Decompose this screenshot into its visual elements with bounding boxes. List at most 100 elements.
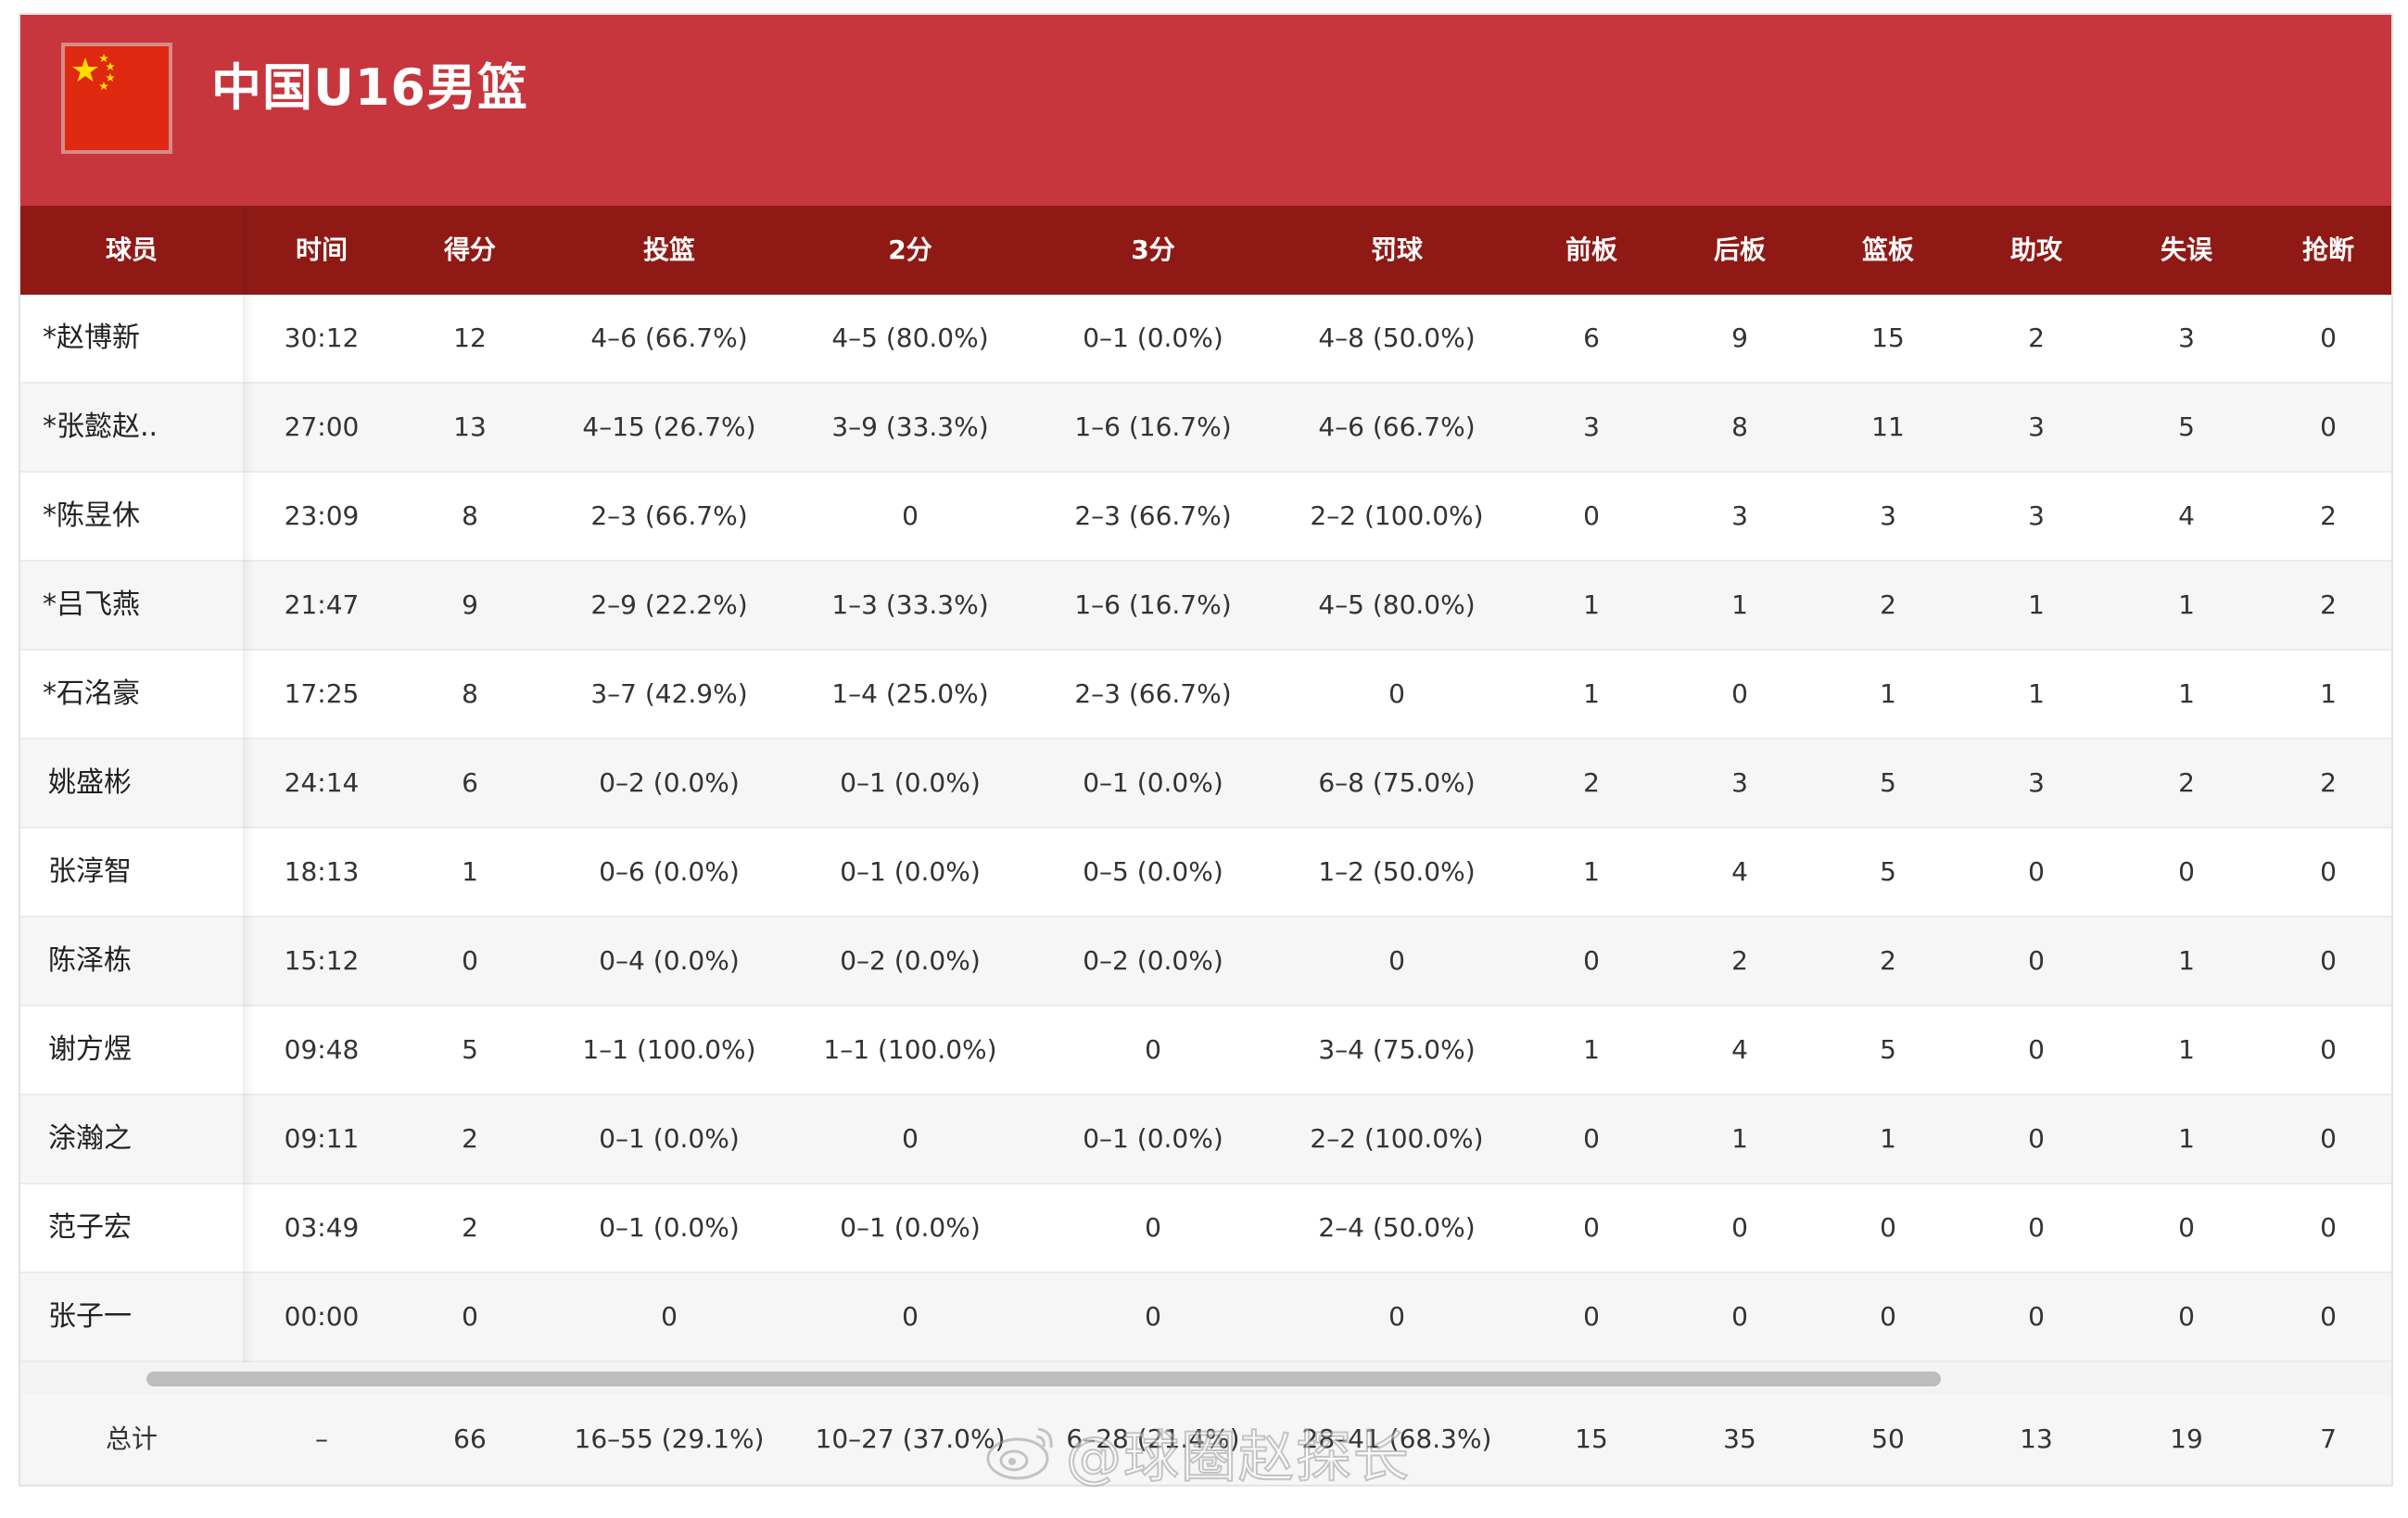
stat-turnovers: 2 [2178, 767, 2195, 798]
player-name: *张懿赵.. [43, 411, 158, 443]
stat-assists: 0 [2028, 856, 2045, 887]
stat-steals: 0 [2320, 323, 2337, 353]
stat-turnovers: 0 [2178, 1212, 2195, 1243]
stat-field-goals: 2–3 (66.7%) [590, 500, 748, 531]
stat-steals: 2 [2320, 767, 2337, 798]
team-header: 中国U16男篮 [20, 15, 2391, 206]
column-header-assists[interactable]: 助攻 [1967, 206, 2106, 295]
stat-turnovers: 1 [2178, 1034, 2195, 1065]
stat-rebounds: 0 [1880, 1301, 1896, 1332]
stat-time: 23:09 [284, 500, 360, 531]
stat-field-goals: 0–1 (0.0%) [599, 1123, 740, 1154]
stat-rebounds: 5 [1880, 856, 1896, 887]
stat-defensive-rebounds: 9 [1731, 323, 1748, 353]
stat-defensive-rebounds: 0 [1731, 1301, 1748, 1332]
player-name: 张子一 [48, 1300, 132, 1333]
stat-rebounds: 0 [1880, 1212, 1896, 1243]
stat-points: 12 [453, 323, 487, 353]
stat-assists: 3 [2028, 767, 2045, 798]
scrollbar-thumb[interactable] [146, 1372, 1941, 1386]
stat-defensive-rebounds: 8 [1731, 411, 1748, 442]
stat-steals: 0 [2320, 411, 2337, 442]
stat-three-pointers: 0 [1145, 1301, 1161, 1332]
stat-offensive-rebounds: 1 [1583, 856, 1600, 887]
stat-steals: 0 [2320, 1034, 2337, 1065]
stat-points: 8 [462, 678, 478, 709]
stat-two-pointers: 0 [902, 1123, 919, 1154]
stat-points: 1 [462, 856, 478, 887]
column-header-steals[interactable]: 抢断 [2265, 206, 2391, 295]
column-header-defensive-rebounds[interactable]: 后板 [1670, 206, 1809, 295]
total-time: – [315, 1423, 328, 1454]
player-name: 涂瀚之 [48, 1122, 132, 1155]
stat-rebounds: 15 [1871, 323, 1905, 353]
column-header-rebounds[interactable]: 篮板 [1819, 206, 1958, 295]
stat-free-throws: 4–6 (66.7%) [1318, 411, 1476, 442]
table-row: *吕飞燕 21:47 9 2–9 (22.2%) 1–3 (33.3%) 1–6 (16.… [20, 562, 2391, 651]
table-row: 谢方煜 09:48 5 1–1 (100.0%) 1–1 (100.0%) 0 3–4 (7… [20, 1006, 2391, 1095]
player-name: 范子宏 [48, 1211, 132, 1244]
table-row: 姚盛彬 24:14 6 0–2 (0.0%) 0–1 (0.0%) 0–1 (0.0%) 6… [20, 740, 2391, 829]
stat-time: 09:48 [284, 1034, 360, 1065]
total-steals: 7 [2320, 1423, 2337, 1454]
stat-assists: 0 [2028, 945, 2045, 976]
stat-assists: 3 [2028, 411, 2045, 442]
column-header-points[interactable]: 得分 [400, 206, 539, 295]
stat-three-pointers: 2–3 (66.7%) [1074, 500, 1232, 531]
stat-defensive-rebounds: 0 [1731, 1212, 1748, 1243]
stat-time: 21:47 [284, 589, 360, 620]
stat-rebounds: 3 [1880, 500, 1896, 531]
column-header-turnovers[interactable]: 失误 [2117, 206, 2256, 295]
column-header-player[interactable]: 球员 [20, 206, 243, 295]
stat-turnovers: 1 [2178, 678, 2195, 709]
stat-turnovers: 0 [2178, 856, 2195, 887]
stat-offensive-rebounds: 1 [1583, 1034, 1600, 1065]
stat-assists: 0 [2028, 1123, 2045, 1154]
stat-rebounds: 5 [1880, 767, 1896, 798]
table-row: *陈昱休 23:09 8 2–3 (66.7%) 0 2–3 (66.7%) 2–2 (10… [20, 473, 2391, 562]
stat-turnovers: 1 [2178, 945, 2195, 976]
stat-three-pointers: 0–1 (0.0%) [1083, 323, 1223, 353]
table-row: 陈泽栋 15:12 0 0–4 (0.0%) 0–2 (0.0%) 0–2 (0.0%) 0… [20, 917, 2391, 1006]
team-name: 中国U16男篮 [211, 58, 528, 117]
column-header-time[interactable]: 时间 [252, 206, 391, 295]
stat-turnovers: 5 [2178, 411, 2195, 442]
stat-two-pointers: 4–5 (80.0%) [831, 323, 989, 353]
stat-defensive-rebounds: 4 [1731, 856, 1748, 887]
column-header-two-pointers[interactable]: 2分 [790, 206, 1031, 295]
stat-points: 8 [462, 500, 478, 531]
stat-offensive-rebounds: 0 [1583, 945, 1600, 976]
player-name: 谢方煜 [48, 1033, 132, 1066]
stat-defensive-rebounds: 3 [1731, 500, 1748, 531]
stat-points: 13 [453, 411, 487, 442]
stat-offensive-rebounds: 0 [1583, 1123, 1600, 1154]
column-header-offensive-rebounds[interactable]: 前板 [1522, 206, 1661, 295]
stat-free-throws: 0 [1388, 678, 1405, 709]
total-defensive-rebounds: 35 [1723, 1423, 1756, 1454]
stat-defensive-rebounds: 1 [1731, 589, 1748, 620]
stat-steals: 0 [2320, 1301, 2337, 1332]
column-header-field-goals[interactable]: 投篮 [549, 206, 790, 295]
stat-steals: 2 [2320, 589, 2337, 620]
column-header-free-throws[interactable]: 罚球 [1272, 206, 1522, 295]
stat-time: 15:12 [284, 945, 360, 976]
total-offensive-rebounds: 15 [1575, 1423, 1608, 1454]
stat-turnovers: 1 [2178, 1123, 2195, 1154]
stat-two-pointers: 1–4 (25.0%) [831, 678, 989, 709]
stat-turnovers: 3 [2178, 323, 2195, 353]
stat-time: 24:14 [284, 767, 360, 798]
horizontal-scrollbar[interactable] [20, 1362, 2391, 1394]
column-header-three-pointers[interactable]: 3分 [1033, 206, 1274, 295]
stat-free-throws: 1–2 (50.0%) [1318, 856, 1476, 887]
table-row: 张淳智 18:13 1 0–6 (0.0%) 0–1 (0.0%) 0–5 (0.0%) 1… [20, 829, 2391, 917]
stat-steals: 0 [2320, 1123, 2337, 1154]
boxscore-panel: 中国U16男篮 球员 时间 得分 投篮 2分 3分 罚球 前板 后板 篮板 助攻 失误 抢断 *赵博新 3… [19, 13, 2393, 1486]
stat-rebounds: 5 [1880, 1034, 1896, 1065]
stat-two-pointers: 0 [902, 1301, 919, 1332]
table-row: 涂瀚之 09:11 2 0–1 (0.0%) 0 0–1 (0.0%) 2–2 (100.0… [20, 1095, 2391, 1184]
stat-points: 0 [462, 1301, 478, 1332]
player-name: *陈昱休 [43, 500, 140, 532]
stat-two-pointers: 0–1 (0.0%) [840, 767, 981, 798]
stat-three-pointers: 0–1 (0.0%) [1083, 767, 1223, 798]
stat-time: 09:11 [284, 1123, 360, 1154]
